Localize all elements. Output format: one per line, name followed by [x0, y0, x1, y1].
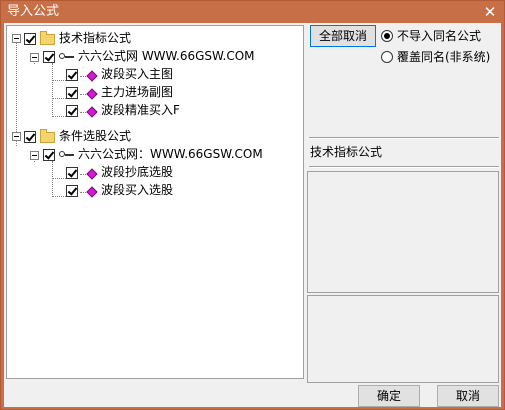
collapse-toggle-icon[interactable]	[30, 53, 39, 62]
tree-source-label[interactable]: 六六公式网 WWW.66GSW.COM	[78, 47, 255, 65]
tree-connector	[52, 178, 66, 180]
overwrite-same-name-label[interactable]: 覆盖同名(非系统)	[397, 49, 490, 65]
tree-connector	[52, 63, 54, 117]
cancel-button[interactable]: 取消	[437, 385, 499, 407]
group-checkbox[interactable]	[24, 33, 36, 45]
close-icon[interactable]: ✕	[482, 1, 498, 23]
formula-icon	[86, 186, 98, 198]
detail-title: 技术指标公式	[310, 145, 383, 159]
dots-icon	[80, 174, 86, 176]
tree-item-label[interactable]: 波段精准买入F	[101, 101, 180, 119]
dots-icon	[80, 192, 86, 194]
folder-icon	[40, 31, 55, 45]
item-checkbox[interactable]	[66, 69, 78, 81]
key-icon	[59, 150, 75, 160]
formula-icon	[86, 168, 98, 180]
formula-params-panel[interactable]	[307, 295, 499, 383]
folder-icon	[40, 129, 55, 143]
item-checkbox[interactable]	[66, 167, 78, 179]
dots-icon	[80, 76, 86, 78]
title-bar: 导入公式 ✕	[1, 1, 504, 23]
no-import-same-name-radio[interactable]	[381, 30, 393, 42]
divider	[309, 137, 499, 139]
window-title: 导入公式	[7, 4, 60, 19]
tree-group-label[interactable]: 条件选股公式	[59, 127, 131, 145]
import-formula-dialog: 导入公式 ✕ 技术指标公式 六六公式网 WWW.66GSW.COM 波段买入主图…	[0, 0, 505, 410]
item-checkbox[interactable]	[66, 87, 78, 99]
cancel-all-button[interactable]: 全部取消	[310, 25, 376, 47]
formula-icon	[86, 106, 98, 118]
tree-connector	[52, 196, 66, 198]
formula-icon	[86, 88, 98, 100]
dots-icon	[80, 112, 86, 114]
divider	[309, 166, 499, 168]
tree-connector	[52, 80, 66, 82]
ok-button[interactable]: 确定	[358, 385, 420, 407]
tree-item-label[interactable]: 波段买入选股	[101, 181, 173, 199]
tree-group-label[interactable]: 技术指标公式	[59, 29, 131, 47]
formula-description-panel[interactable]	[307, 171, 499, 293]
tree-item-label[interactable]: 波段买入主图	[101, 65, 173, 83]
group-checkbox[interactable]	[24, 131, 36, 143]
formula-icon	[86, 70, 98, 82]
item-checkbox[interactable]	[66, 185, 78, 197]
item-checkbox[interactable]	[66, 105, 78, 117]
formula-tree[interactable]: 技术指标公式 六六公式网 WWW.66GSW.COM 波段买入主图 主力进场副图…	[6, 25, 304, 379]
overwrite-same-name-radio[interactable]	[381, 51, 393, 63]
tree-connector	[52, 98, 66, 100]
collapse-toggle-icon[interactable]	[30, 151, 39, 160]
collapse-toggle-icon[interactable]	[12, 34, 21, 43]
tree-connector	[16, 40, 18, 146]
no-import-same-name-label[interactable]: 不导入同名公式	[397, 28, 481, 44]
collapse-toggle-icon[interactable]	[12, 132, 21, 141]
source-checkbox[interactable]	[43, 51, 55, 63]
tree-connector	[52, 116, 66, 118]
key-icon	[59, 52, 75, 62]
tree-item-label[interactable]: 波段抄底选股	[101, 163, 173, 181]
source-checkbox[interactable]	[43, 149, 55, 161]
tree-item-label[interactable]: 主力进场副图	[101, 83, 173, 101]
tree-source-label[interactable]: 六六公式网：WWW.66GSW.COM	[78, 145, 263, 163]
dots-icon	[80, 94, 86, 96]
dialog-client-area: 技术指标公式 六六公式网 WWW.66GSW.COM 波段买入主图 主力进场副图…	[4, 23, 501, 407]
